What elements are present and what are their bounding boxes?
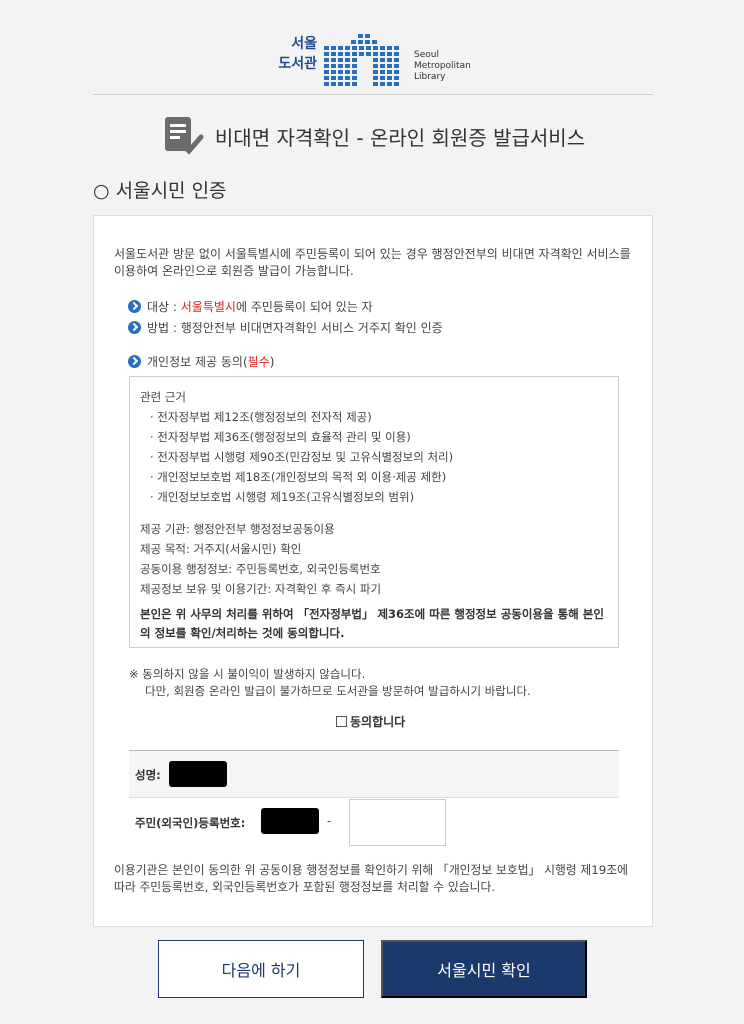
- method-text: 방법 : 행정안전부 비대면자격확인 서비스 거주지 확인 인증: [147, 321, 443, 335]
- target-highlight: 서울특별시: [180, 300, 236, 314]
- agree-label: 동의합니다: [350, 715, 406, 729]
- arrow-right-icon: [128, 321, 141, 334]
- terms-box[interactable]: 관련 근거 · 전자정부법 제12조(행정정보의 전자적 제공) · 전자정부법…: [129, 376, 619, 648]
- header: 서울 도서관 Seoul Metropolitan Library: [93, 0, 653, 95]
- law-item: · 개인정보보호법 시행령 제19조(고유식별정보의 범위): [150, 490, 415, 504]
- notice-line1: ※ 동의하지 않을 시 불이익이 발생하지 않습니다.: [129, 667, 366, 681]
- required-mark: 필수: [247, 355, 270, 369]
- seoul-citizen-confirm-button[interactable]: 서울시민 확인: [381, 940, 587, 998]
- ssn-back-input[interactable]: [349, 799, 446, 846]
- page-title: 비대면 자격확인 - 온라인 회원증 발급서비스: [0, 112, 744, 160]
- logo-english-text: Seoul Metropolitan Library: [414, 50, 471, 83]
- consent-statement: 본인은 위 사무의 처리를 위하여 「전자정부법」 제36조에 따른 행정정보 …: [140, 607, 604, 640]
- retention-text: 제공정보 보유 및 이용기간: 자격확인 후 즉시 파기: [140, 582, 382, 596]
- target-prefix: 대상 :: [147, 300, 181, 314]
- ssn-separator: -: [327, 814, 332, 828]
- notice-line2: 다만, 회원증 온라인 발급이 불가하므로 도서관을 방문하여 발급하시기 바랍…: [145, 684, 531, 698]
- library-dots-icon: [324, 34, 399, 86]
- name-label: 성명:: [135, 768, 161, 782]
- section-title: ○ 서울시민 인증: [93, 180, 227, 202]
- intro-text: 서울도서관 방문 없이 서울특별시에 주민등록이 되어 있는 경우 행정안전부의…: [114, 247, 631, 278]
- logo-ko-line1: 서울: [291, 36, 317, 52]
- law-item: · 전자정부법 제12조(행정정보의 전자적 제공): [150, 410, 372, 424]
- name-row: 성명:: [129, 751, 619, 798]
- ssn-row: 주민(외국인)등록번호: -: [129, 798, 619, 847]
- notice: ※ 동의하지 않을 시 불이익이 발생하지 않습니다. 다만, 회원증 온라인 …: [129, 666, 531, 700]
- verification-card: 서울도서관 방문 없이 서울특별시에 주민등록이 되어 있는 경우 행정안전부의…: [93, 215, 653, 927]
- consent-heading-text: 개인정보 제공 동의(필수): [147, 353, 274, 370]
- seoul-library-logo[interactable]: 서울 도서관 Seoul Metropolitan Library: [271, 34, 491, 90]
- consent-heading-prefix: 개인정보 제공 동의(: [147, 355, 248, 369]
- target-item: 대상 : 서울특별시에 주민등록이 되어 있는 자: [128, 298, 373, 315]
- logo-en-line3: Library: [414, 72, 446, 82]
- later-button[interactable]: 다음에 하기: [158, 940, 364, 998]
- logo-en-line1: Seoul: [414, 50, 439, 60]
- agree-checkbox[interactable]: 동의합니다: [336, 713, 405, 730]
- shared-info-text: 공동이용 행정정보: 주민등록번호, 외국인등록번호: [140, 562, 381, 576]
- law-item: · 전자정부법 시행령 제90조(민감정보 및 고유식별정보의 처리): [150, 450, 454, 464]
- logo-korean-text: 서울 도서관: [271, 34, 317, 74]
- consent-heading-suffix: ): [269, 355, 275, 369]
- method-item: 방법 : 행정안전부 비대면자격확인 서비스 거주지 확인 인증: [128, 319, 443, 336]
- identity-form: 성명: 주민(외국인)등록번호: -: [129, 750, 619, 847]
- consent-heading: 개인정보 제공 동의(필수): [128, 353, 274, 370]
- ssn-front-masked: [261, 808, 319, 834]
- page-title-text: 비대면 자격확인 - 온라인 회원증 발급서비스: [214, 125, 586, 150]
- target-text: 대상 : 서울특별시에 주민등록이 되어 있는 자: [147, 298, 373, 315]
- arrow-right-icon: [128, 300, 141, 313]
- basis-title: 관련 근거: [140, 390, 186, 404]
- name-value-masked: [169, 761, 227, 787]
- law-item: · 전자정부법 제36조(행정정보의 효율적 관리 및 이용): [150, 430, 411, 444]
- logo-en-line2: Metropolitan: [414, 61, 471, 71]
- ssn-label: 주민(외국인)등록번호:: [135, 816, 246, 830]
- logo-ko-line2: 도서관: [278, 56, 317, 72]
- document-check-icon: [164, 117, 204, 155]
- law-item: · 개인정보보호법 제18조(개인정보의 목적 외 이용·제공 제한): [150, 470, 447, 484]
- provider-text: 제공 기관: 행정안전부 행정정보공동이용: [140, 522, 335, 536]
- arrow-right-icon: [128, 355, 141, 368]
- checkbox-box[interactable]: [336, 716, 347, 727]
- target-suffix: 에 주민등록이 되어 있는 자: [235, 300, 373, 314]
- footer-note: 이용기관은 본인이 동의한 위 공동이용 행정정보를 확인하기 위해 「개인정보…: [114, 863, 628, 894]
- purpose-text: 제공 목적: 거주지(서울시민) 확인: [140, 542, 302, 556]
